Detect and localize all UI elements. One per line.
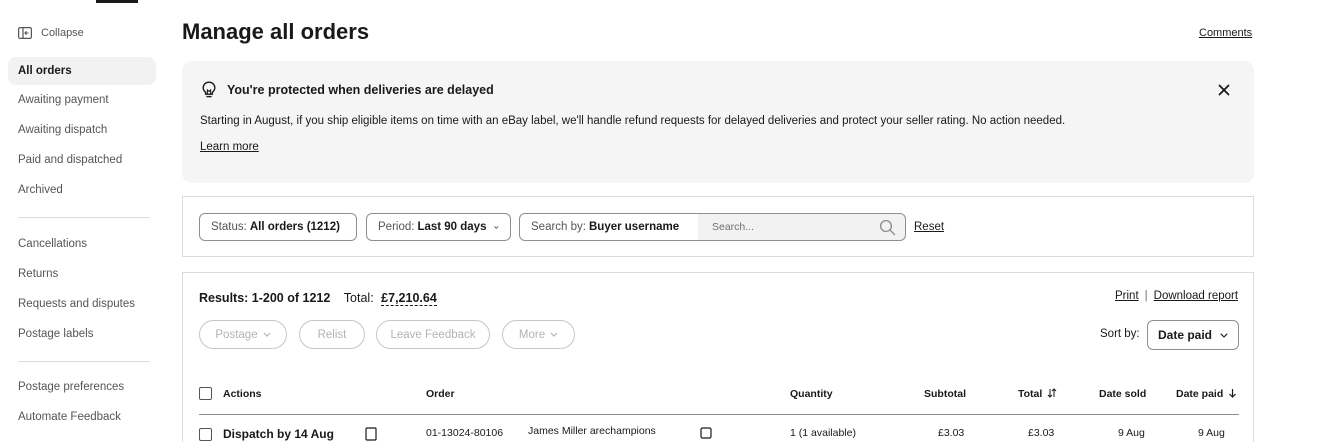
relist-button-label: Relist (317, 328, 347, 341)
learn-more-link[interactable]: Learn more (200, 141, 259, 153)
total-label: Total: (343, 291, 374, 305)
lightbulb-icon (202, 81, 216, 98)
relist-button[interactable]: Relist (299, 320, 365, 349)
search-by-label: Search by: (531, 221, 586, 233)
chevron-down-icon (263, 332, 271, 337)
status-filter-value: All orders (1212) (249, 221, 340, 233)
sidebar-item-postage-labels[interactable]: Postage labels (18, 328, 93, 340)
more-button[interactable]: More (502, 320, 575, 349)
search-by-value: Buyer username (588, 221, 680, 233)
link-separator: | (1144, 290, 1148, 302)
report-links: Print | Download report (1115, 290, 1238, 302)
chevron-down-icon (550, 332, 558, 337)
total-value-cell: £3.03 (1028, 427, 1055, 439)
sidebar-item-returns[interactable]: Returns (18, 268, 58, 280)
collapse-label: Collapse (41, 27, 84, 39)
row-checkbox[interactable] (199, 428, 212, 441)
sidebar-item-awaiting-dispatch[interactable]: Awaiting dispatch (18, 124, 107, 136)
period-filter-label: Period: (378, 221, 415, 233)
results-panel: Results: 1-200 of 1212 Total: £7,210.64 … (182, 272, 1254, 442)
subtotal-value: £3.03 (938, 427, 965, 439)
date-sold-value: 9 Aug (1118, 427, 1145, 439)
quantity-value: 1 (1 available) (790, 427, 856, 439)
sort-dropdown[interactable]: Date paid (1147, 320, 1239, 350)
search-box (698, 213, 906, 241)
postage-button-label: Postage (215, 328, 258, 341)
search-by-dropdown[interactable]: Search by: Buyer username (519, 213, 699, 241)
banner-title: You're protected when deliveries are del… (227, 83, 494, 97)
sidebar-item-archived[interactable]: Archived (18, 184, 63, 196)
search-input[interactable] (710, 220, 874, 234)
sort-label: Sort by: (1100, 328, 1140, 340)
order-number[interactable]: 01-13024-80106 (426, 427, 503, 439)
date-paid-value: 9 Aug (1198, 427, 1225, 439)
column-header-order: Order (426, 388, 455, 400)
period-filter-button[interactable]: Period: Last 90 days (366, 213, 511, 241)
column-header-total-label: Total (1018, 388, 1043, 400)
sidebar-item-paid-and-dispatched[interactable]: Paid and dispatched (18, 154, 122, 166)
table-header-rule (199, 414, 1239, 415)
sidebar-item-all-orders[interactable]: All orders (8, 57, 156, 85)
status-filter-label: Status: (211, 221, 247, 233)
reset-link[interactable]: Reset (914, 221, 944, 233)
sort-value: Date paid (1158, 328, 1213, 342)
column-header-quantity: Quantity (790, 388, 833, 400)
sidebar: Collapse All orders Awaiting payment Awa… (0, 0, 165, 433)
arrow-down-icon (1229, 389, 1237, 398)
sidebar-item-awaiting-payment[interactable]: Awaiting payment (18, 94, 109, 106)
leave-feedback-button[interactable]: Leave Feedback (376, 320, 490, 349)
column-header-date-paid-label: Date paid (1176, 388, 1224, 400)
column-header-actions: Actions (223, 388, 262, 400)
sort-both-icon (1047, 388, 1057, 398)
chevron-down-icon (494, 225, 499, 229)
postage-button[interactable]: Postage (199, 320, 287, 349)
results-count: Results: 1-200 of 1212 (199, 291, 331, 305)
message-icon[interactable] (700, 427, 712, 439)
dispatch-by-button[interactable]: Dispatch by 14 Aug (223, 427, 334, 441)
sidebar-item-requests-and-disputes[interactable]: Requests and disputes (18, 298, 135, 310)
protection-banner: You're protected when deliveries are del… (182, 61, 1254, 183)
sidebar-divider (18, 217, 150, 218)
filter-bar: Status: All orders (1212) Period: Last 9… (182, 196, 1254, 257)
period-filter-value: Last 90 days (417, 221, 487, 233)
close-icon[interactable] (1217, 83, 1231, 97)
search-icon[interactable] (879, 219, 896, 236)
label-icon[interactable] (365, 427, 377, 441)
collapse-icon (18, 27, 32, 39)
sidebar-item-automate-feedback[interactable]: Automate Feedback (18, 411, 121, 423)
leave-feedback-button-label: Leave Feedback (390, 328, 476, 341)
column-header-subtotal: Subtotal (924, 388, 966, 400)
page-title: Manage all orders (182, 19, 370, 44)
sidebar-item-postage-preferences[interactable]: Postage preferences (18, 381, 124, 393)
select-all-checkbox[interactable] (199, 387, 212, 400)
column-header-date-paid[interactable]: Date paid (1176, 388, 1237, 400)
total-value[interactable]: £7,210.64 (381, 291, 437, 306)
buyer-name[interactable]: James Miller arechampions (528, 425, 656, 437)
banner-text: Starting in August, if you ship eligible… (200, 115, 1066, 127)
comments-link[interactable]: Comments (1199, 27, 1252, 39)
column-header-date-sold: Date sold (1099, 388, 1147, 400)
chevron-down-icon (1220, 332, 1228, 338)
more-button-label: More (518, 328, 546, 341)
collapse-button[interactable]: Collapse (18, 27, 84, 39)
download-report-link[interactable]: Download report (1154, 290, 1238, 302)
column-header-total[interactable]: Total (1018, 388, 1057, 400)
print-link[interactable]: Print (1115, 290, 1139, 302)
status-filter-button[interactable]: Status: All orders (1212) (199, 213, 357, 241)
results-summary: Results: 1-200 of 1212 Total: £7,210.64 (199, 291, 437, 306)
sidebar-divider (18, 361, 150, 362)
sidebar-item-cancellations[interactable]: Cancellations (18, 238, 87, 250)
